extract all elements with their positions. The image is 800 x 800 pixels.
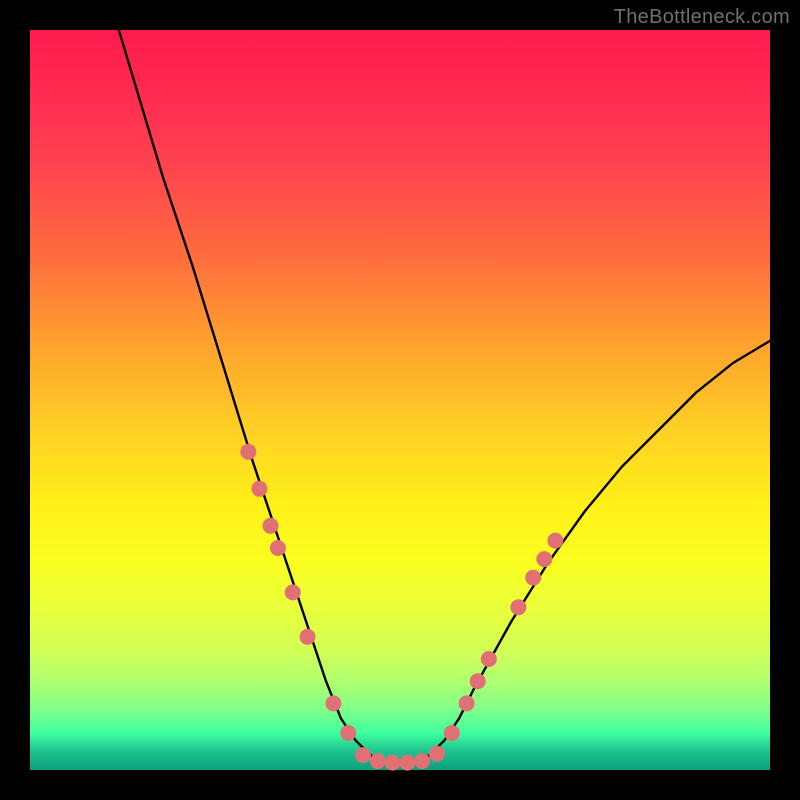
- data-marker: [510, 599, 526, 615]
- data-marker: [429, 746, 445, 762]
- plot-area: [30, 30, 770, 770]
- data-marker: [300, 629, 316, 645]
- data-marker: [547, 533, 563, 549]
- data-marker: [263, 518, 279, 534]
- data-marker: [370, 753, 386, 769]
- data-marker: [414, 753, 430, 769]
- data-marker: [355, 747, 371, 763]
- data-marker: [240, 444, 256, 460]
- data-marker: [481, 651, 497, 667]
- watermark-text: TheBottleneck.com: [614, 6, 790, 29]
- bottleneck-curve: [119, 30, 770, 763]
- marker-layer: [240, 444, 563, 771]
- chart-svg: [30, 30, 770, 770]
- data-marker: [340, 725, 356, 741]
- data-marker: [444, 725, 460, 741]
- data-marker: [470, 673, 486, 689]
- chart-frame: TheBottleneck.com: [0, 0, 800, 800]
- data-marker: [285, 584, 301, 600]
- data-marker: [525, 570, 541, 586]
- data-marker: [385, 755, 401, 771]
- data-marker: [399, 755, 415, 771]
- data-marker: [251, 481, 267, 497]
- data-marker: [536, 551, 552, 567]
- data-marker: [459, 695, 475, 711]
- data-marker: [325, 695, 341, 711]
- curve-layer: [119, 30, 770, 763]
- data-marker: [270, 540, 286, 556]
